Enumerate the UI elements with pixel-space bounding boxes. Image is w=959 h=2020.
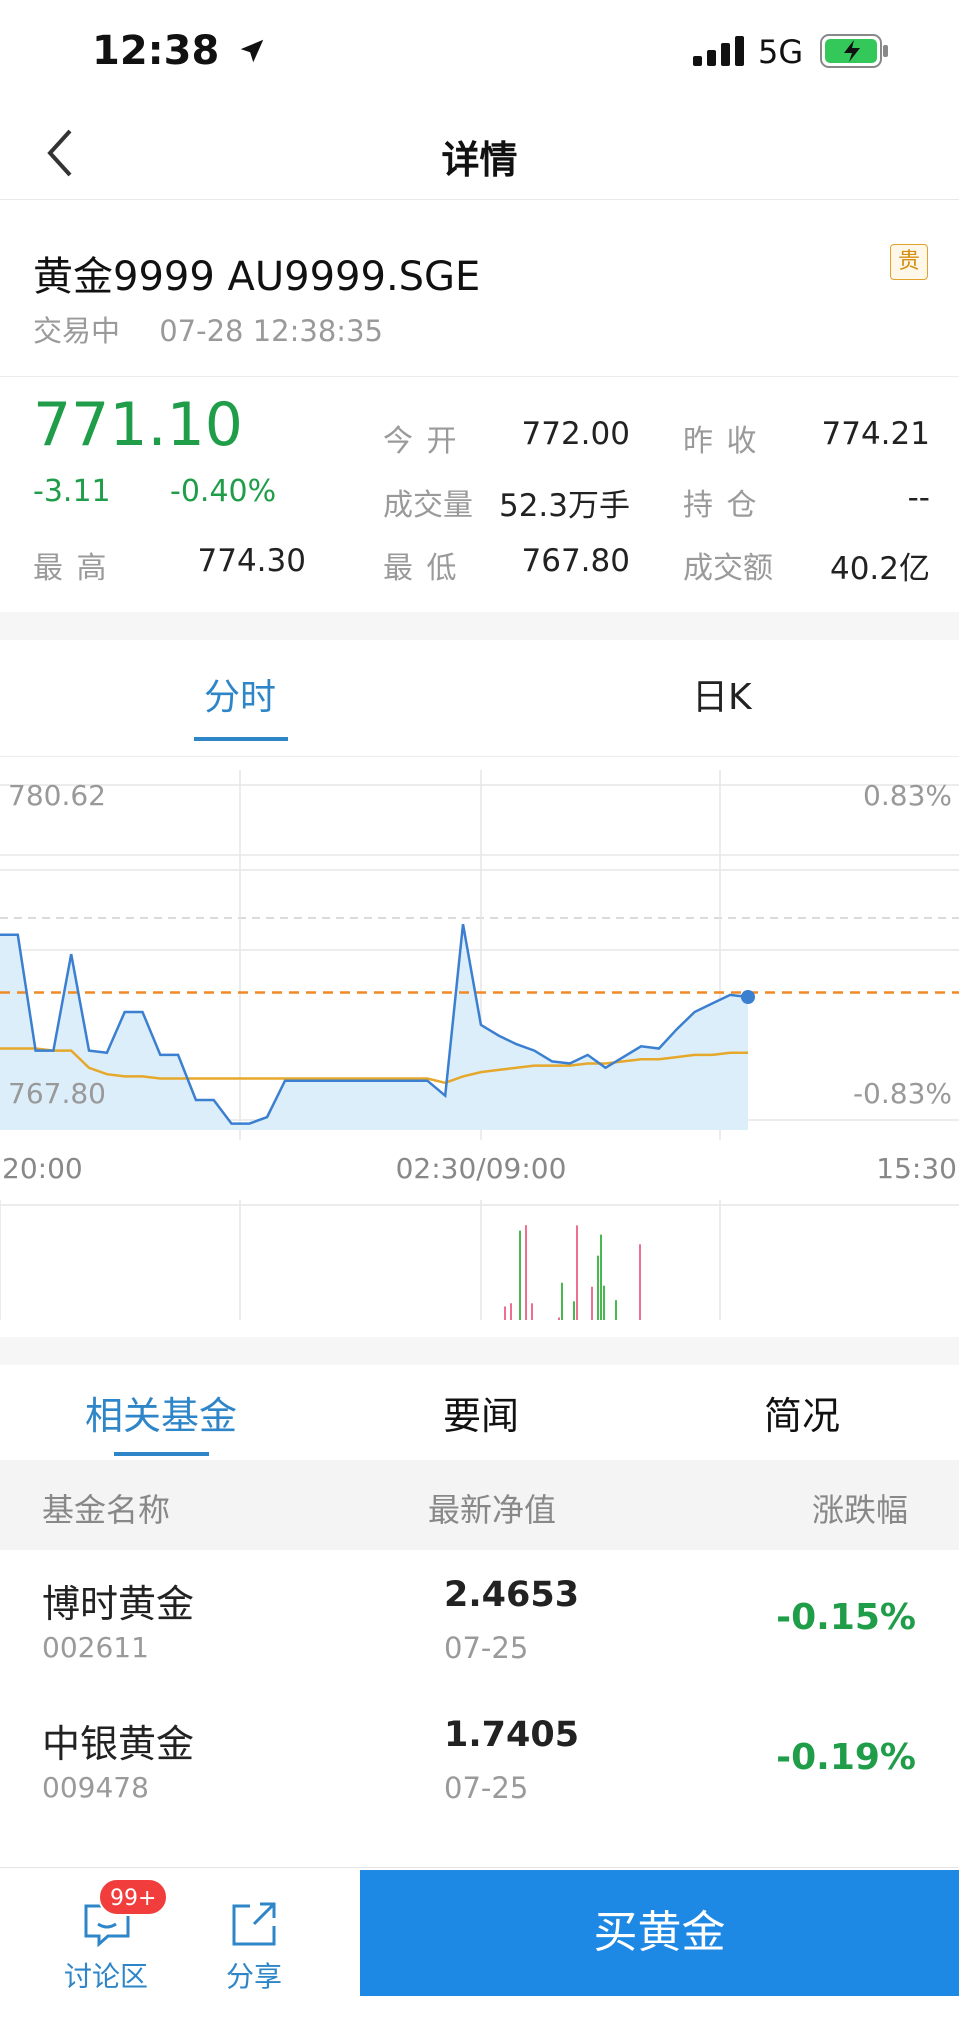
- section-gap: [0, 612, 959, 640]
- nav-bar: 详情: [0, 105, 959, 200]
- volume-bar: [519, 1230, 521, 1320]
- status-bar: 12:38 5G: [0, 0, 959, 105]
- volume-bar: [573, 1301, 575, 1320]
- volume-bar: [576, 1225, 578, 1320]
- intraday-chart[interactable]: 780.62 767.80 0.83% -0.83% 20:00 02:30/0…: [0, 760, 959, 1320]
- buy-gold-button[interactable]: 买黄金: [360, 1870, 959, 1996]
- instrument-status: 交易中 07-28 12:38:35: [33, 308, 383, 350]
- volume-bar: [615, 1300, 617, 1320]
- amount-label: 成交额: [683, 551, 773, 586]
- volume-bar: [600, 1234, 602, 1320]
- volume-label: 成交量: [383, 488, 473, 523]
- volume-bar: [603, 1285, 605, 1320]
- tab-indicator: [194, 737, 288, 741]
- fund-nav-date: 07-25: [444, 1631, 529, 1665]
- battery-charging-icon: [820, 34, 888, 68]
- quote-timestamp: 07-28 12:38:35: [159, 314, 383, 348]
- price-change-pct: -0.40%: [170, 474, 277, 509]
- y-top-label: 780.62: [8, 779, 106, 812]
- volume-bar: [504, 1306, 506, 1320]
- discussion-badge: 99+: [98, 1878, 169, 1916]
- prev-close-label: 昨 收: [683, 424, 759, 459]
- volume-bar: [510, 1303, 512, 1320]
- volume-bar: [525, 1225, 527, 1320]
- status-time: 12:38: [92, 28, 267, 74]
- fund-nav-date: 07-25: [444, 1771, 529, 1805]
- last-price-dot: [741, 990, 755, 1005]
- signal-icon: [693, 36, 744, 66]
- header-fund-name: 基金名称: [42, 1491, 171, 1529]
- share-label[interactable]: 分享: [226, 1955, 282, 1995]
- high-value: 774.30: [197, 543, 306, 579]
- price-area: [0, 924, 748, 1130]
- x-label-mid: 02:30/09:00: [396, 1152, 567, 1185]
- low-value: 767.80: [521, 543, 630, 579]
- volume-bar: [639, 1244, 641, 1320]
- discussion-label[interactable]: 讨论区: [64, 1955, 148, 1995]
- tab-related-funds[interactable]: 相关基金: [85, 1385, 237, 1440]
- tab-overview[interactable]: 简况: [764, 1385, 840, 1440]
- fund-nav: 2.4653: [444, 1575, 580, 1615]
- header-latest-nav: 最新净值: [428, 1491, 557, 1529]
- location-arrow-icon: [241, 39, 264, 63]
- share-icon[interactable]: [230, 1900, 280, 1948]
- fund-change-pct: -0.19%: [776, 1737, 916, 1778]
- volume-bar: [531, 1303, 533, 1320]
- x-label-end: 15:30: [876, 1152, 957, 1185]
- price-change: -3.11: [33, 474, 111, 509]
- volume-bars: [498, 1225, 641, 1320]
- table-row[interactable]: 博时黄金 002611 2.4653 07-25 -0.15%: [0, 1555, 959, 1695]
- tab-intraday[interactable]: 分时: [204, 668, 276, 720]
- volume-value: 52.3万手: [498, 488, 630, 524]
- open-label: 今 开: [383, 424, 459, 459]
- precious-metal-badge: 贵: [890, 244, 928, 280]
- trading-state: 交易中: [33, 314, 121, 348]
- y-bottom-label: 767.80: [8, 1077, 106, 1110]
- fund-code: 002611: [42, 1631, 149, 1664]
- table-row[interactable]: 中银黄金 009478 1.7405 07-25 -0.19%: [0, 1695, 959, 1835]
- section-gap: [0, 1337, 959, 1365]
- prev-close-value: 774.21: [821, 416, 930, 452]
- tab-daily-k[interactable]: 日K: [692, 668, 752, 720]
- low-label: 最 低: [383, 551, 459, 586]
- tab-news[interactable]: 要闻: [443, 1385, 519, 1440]
- position-label: 持 仓: [683, 488, 759, 523]
- fund-name: 中银黄金: [42, 1722, 195, 1766]
- pct-bottom-label: -0.83%: [853, 1077, 952, 1110]
- instrument-name: 黄金9999 AU9999.SGE: [33, 254, 481, 300]
- fund-name: 博时黄金: [42, 1582, 195, 1626]
- high-label: 最 高: [33, 551, 109, 586]
- fund-nav: 1.7405: [444, 1715, 580, 1755]
- volume-bar: [558, 1317, 560, 1320]
- fund-change-pct: -0.15%: [776, 1597, 916, 1638]
- divider: [0, 756, 959, 757]
- header-change-pct: 涨跌幅: [812, 1491, 909, 1529]
- open-value: 772.00: [521, 416, 630, 452]
- x-label-start: 20:00: [2, 1152, 83, 1185]
- volume-bar: [597, 1255, 599, 1320]
- amount-value: 40.2亿: [829, 551, 930, 587]
- last-price: 771.10: [33, 390, 243, 460]
- network-type: 5G: [758, 33, 804, 71]
- fund-code: 009478: [42, 1771, 149, 1804]
- position-value: --: [907, 480, 930, 516]
- tab-indicator: [114, 1452, 209, 1456]
- pct-top-label: 0.83%: [863, 779, 952, 812]
- volume-bar: [591, 1286, 593, 1320]
- divider: [0, 376, 959, 377]
- volume-bar: [561, 1282, 563, 1320]
- page-title: 详情: [441, 138, 518, 182]
